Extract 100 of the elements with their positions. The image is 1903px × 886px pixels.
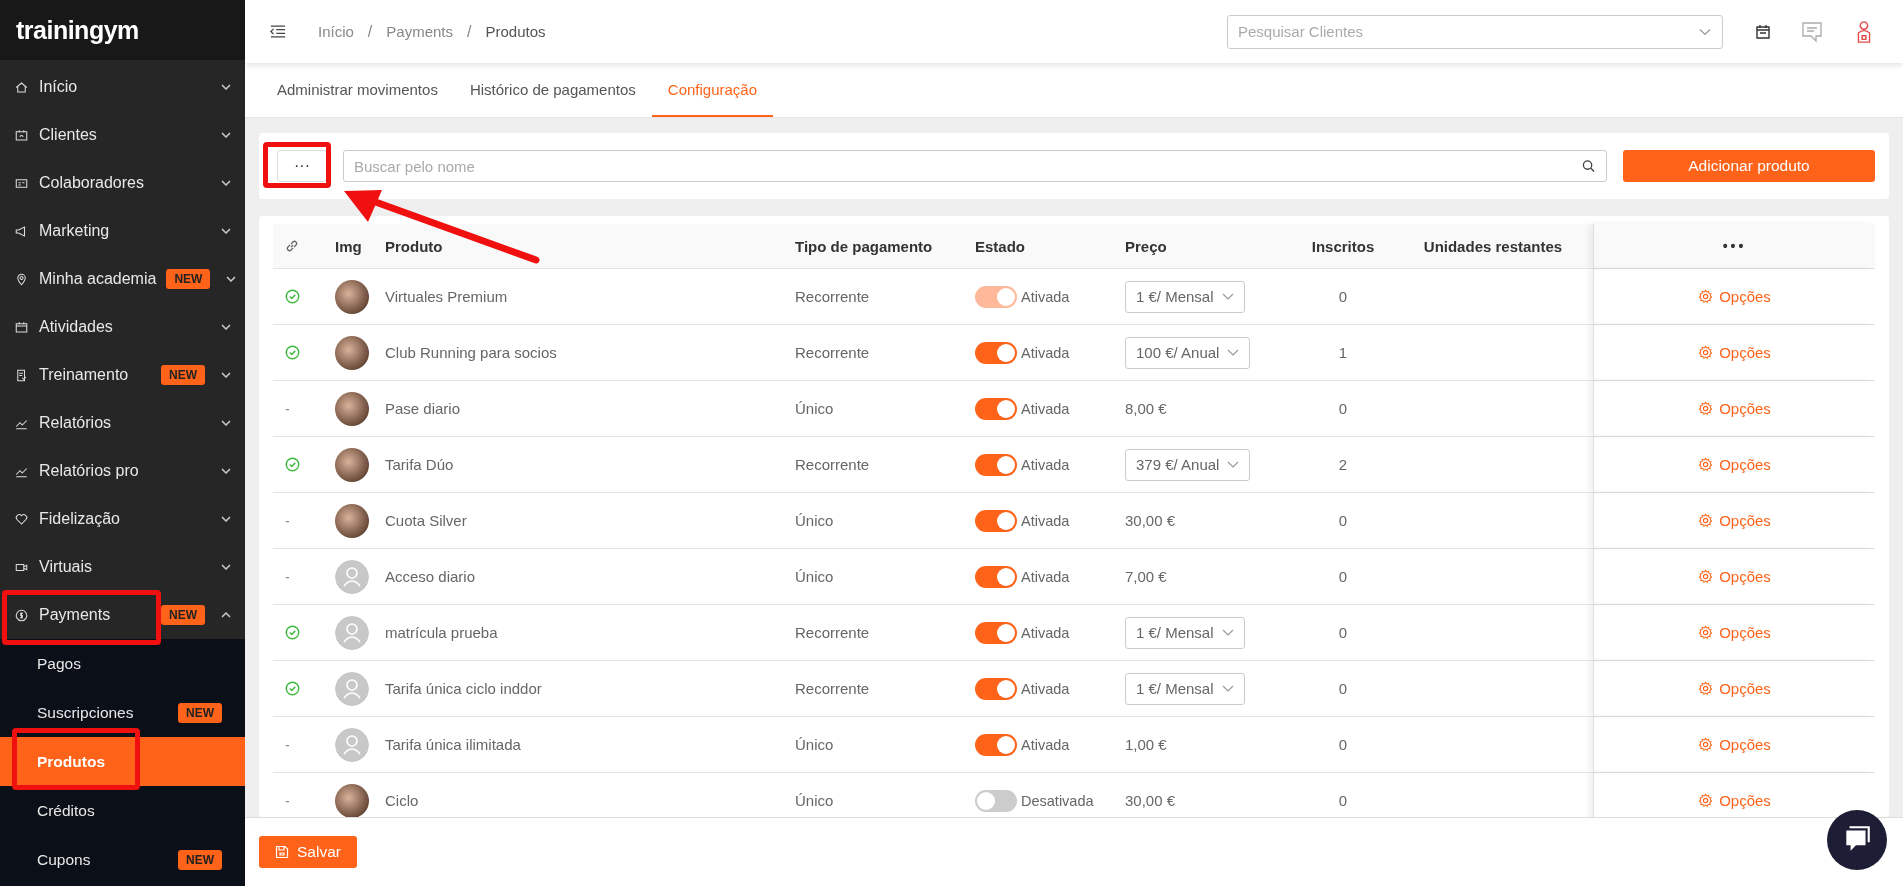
brand-logo: trainingym [0,0,245,60]
menu-icon[interactable] [270,25,286,38]
chevron-icon [221,612,231,618]
submenu-item[interactable]: Suscripciones NEW [0,688,245,737]
status-label: Ativada [1021,680,1070,697]
table-cell: - [285,400,290,417]
sidebar-item[interactable]: Treinamento NEW [0,351,245,399]
table-cell: 0 [1338,568,1348,585]
table-cell: Recorrente [795,344,870,361]
price-dropdown[interactable]: 1 €/ Mensal [1125,672,1245,705]
column-header: Preço [1124,236,1168,257]
menu-item-icon [14,271,29,287]
status-label: Ativada [1021,624,1070,641]
table-cell: Único [795,568,834,585]
breadcrumb-link[interactable]: Payments [386,23,453,40]
chevron-icon [1227,349,1240,356]
gear-icon [1698,681,1714,696]
sidebar-item[interactable]: Minha academia NEW [0,255,245,303]
sidebar-item[interactable]: Início [0,63,245,111]
table-cell: - [285,568,290,585]
table-cell: 8,00 € [1125,400,1167,417]
new-badge: NEW [161,365,205,385]
new-badge: NEW [178,702,222,723]
table-cell: Pase diario [385,400,461,417]
table-cell: Tarifa única ciclo inddor [385,680,542,697]
status-label: Ativada [1021,512,1070,529]
status-label: Ativada [1021,344,1070,361]
client-search-field[interactable]: Pesquisar Clientes [1227,14,1723,49]
column-header: Produto [384,236,444,257]
status-label: Ativada [1021,736,1070,753]
status-toggle[interactable] [975,677,1017,700]
link-icon [285,239,299,253]
price-dropdown[interactable]: 1 €/ Mensal [1125,616,1245,649]
submenu-item[interactable]: Créditos [0,786,245,835]
gear-icon [1698,625,1714,640]
gear-icon [1698,401,1714,416]
table-cell: matrícula prueba [385,624,498,641]
sidebar-item[interactable]: Relatórios pro [0,447,245,495]
gear-icon [1698,289,1714,304]
status-toggle[interactable] [975,565,1017,588]
submenu-item[interactable]: Cupons NEW [0,835,245,884]
sidebar-item[interactable]: Clientes [0,111,245,159]
status-toggle[interactable] [975,453,1017,476]
sidebar-item[interactable]: Virtuais [0,543,245,591]
price-dropdown[interactable]: 379 €/ Anual [1125,448,1251,481]
status-toggle[interactable] [975,733,1017,756]
breadcrumb-link[interactable]: Produtos [485,23,546,40]
menu-item-icon [14,79,29,95]
breadcrumb-separator: / [467,22,472,41]
table-cell: Recorrente [795,288,870,305]
tab[interactable]: Administrar movimentos [261,63,454,117]
menu-item-icon [14,319,29,335]
new-badge: NEW [166,269,211,289]
table-cell: Único [795,736,834,753]
column-header: Tipo de pagamento [794,236,934,257]
status-label: Desativada [1021,792,1094,809]
table-cell: 0 [1338,792,1348,809]
status-toggle[interactable] [975,789,1017,812]
new-badge: NEW [178,849,222,870]
table-cell: - [285,792,290,809]
table-cell: 30,00 € [1125,792,1176,809]
submenu-item[interactable]: Pagos [0,639,245,688]
chevron-icon [1699,28,1711,35]
column-header: Estado [974,236,1026,257]
table-cell: 0 [1338,400,1348,417]
chevron-icon [221,420,231,426]
gear-icon [1698,737,1714,752]
more-button[interactable]: ··· [277,150,327,182]
table-cell: - [285,736,290,753]
chevron-icon [221,84,231,90]
sidebar-item[interactable]: Atividades [0,303,245,351]
table-cell: Único [795,792,834,809]
calendar-icon[interactable] [1755,23,1771,40]
status-toggle[interactable] [975,621,1017,644]
chat-icon[interactable] [1801,19,1823,44]
chevron-icon [221,468,231,474]
chevron-icon [1221,685,1234,692]
chevron-icon [1221,293,1234,300]
column-menu-button[interactable]: ••• [1593,224,1875,268]
table-cell: 0 [1338,736,1348,753]
status-label: Ativada [1021,456,1070,473]
tab[interactable]: Histórico de pagamentos [453,63,652,117]
status-toggle[interactable] [975,397,1017,420]
breadcrumb-link[interactable]: Início [318,23,354,40]
table-cell: 7,00 € [1125,568,1167,585]
sidebar-item[interactable]: Colaboradores [0,159,245,207]
sidebar-item[interactable]: Marketing [0,207,245,255]
gear-icon [1698,569,1714,584]
search-field[interactable]: Buscar pelo nome [343,150,1607,182]
gear-icon [1698,513,1714,528]
chevron-icon [221,372,231,378]
table-cell: Cuota Silver [385,512,467,529]
status-toggle[interactable] [975,509,1017,532]
chevron-icon [221,180,231,186]
price-dropdown[interactable]: 100 €/ Anual [1125,336,1251,369]
sidebar-item[interactable]: Fidelização [0,495,245,543]
sidebar-item[interactable]: Relatórios [0,399,245,447]
status-toggle[interactable] [975,341,1017,364]
breadcrumb-separator: / [367,22,373,41]
new-badge: NEW [161,605,205,625]
